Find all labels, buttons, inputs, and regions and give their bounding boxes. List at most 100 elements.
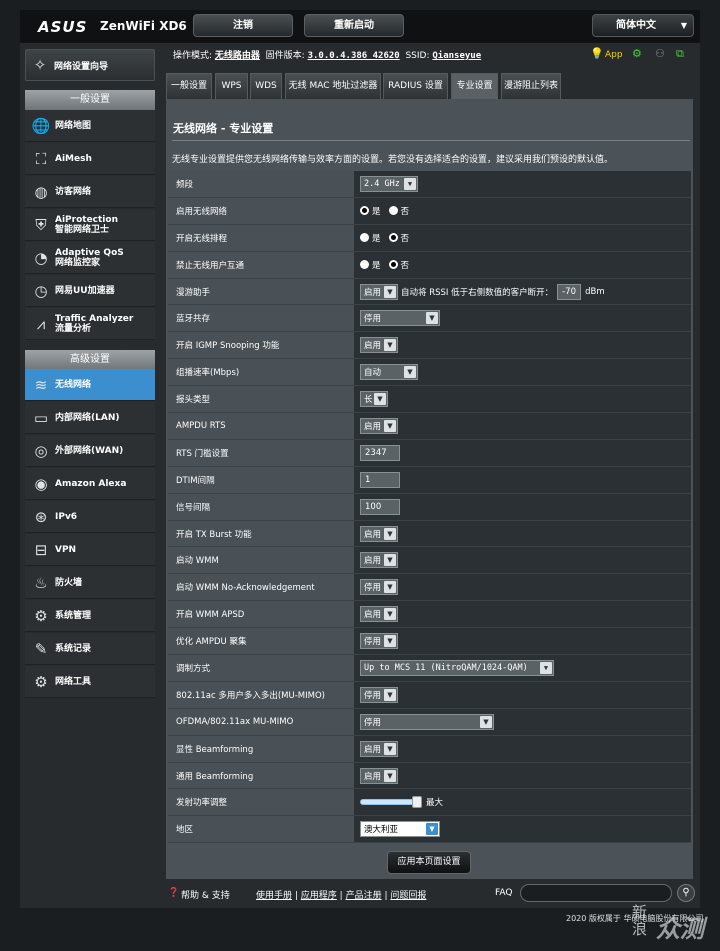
ssid-link[interactable]: Qianseyue bbox=[432, 51, 481, 61]
radio-no[interactable]: 否 bbox=[388, 205, 409, 217]
sidebar-item[interactable]: ◉ Amazon Alexa bbox=[25, 468, 155, 500]
setting-select[interactable]: 长 ▼ bbox=[360, 391, 388, 408]
feedback-link[interactable]: 问题回报 bbox=[390, 891, 426, 901]
radio-yes[interactable]: 是 bbox=[360, 232, 381, 244]
usb-icon[interactable]: ⧉ bbox=[676, 47, 684, 61]
setting-control: 停用 ▼ bbox=[354, 708, 691, 735]
gear-status-icon[interactable]: ⚙ bbox=[632, 47, 642, 60]
sidebar-item[interactable]: ♨ 防火墙 bbox=[25, 567, 155, 599]
setting-select[interactable]: 自动 ▼ bbox=[360, 364, 418, 381]
sidebar-item[interactable]: ◎ 外部网络(WAN) bbox=[25, 435, 155, 467]
setting-select[interactable]: 启用 ▼ bbox=[360, 337, 398, 354]
setting-select[interactable]: 澳大利亚 ▼ bbox=[360, 821, 440, 838]
setting-select[interactable]: Up to MCS 11 (NitroQAM/1024-QAM) ▼ bbox=[360, 659, 554, 676]
logout-button[interactable]: 注销 bbox=[193, 14, 293, 37]
manual-link[interactable]: 使用手册 bbox=[256, 891, 292, 901]
sidebar-item[interactable]: ✎ 系统记录 bbox=[25, 633, 155, 665]
tab-0[interactable]: 一般设置 bbox=[166, 73, 212, 99]
sidebar-item[interactable]: 🌐 网络地图 bbox=[25, 110, 155, 142]
setting-label: 漫游助手 bbox=[168, 278, 354, 305]
shield-icon: ⛨ bbox=[35, 215, 47, 234]
firmware-link[interactable]: 3.0.0.4.386_42620 bbox=[308, 51, 400, 61]
setting-label: 显性 Beamforming bbox=[168, 735, 354, 762]
log-icon: ✎ bbox=[34, 639, 48, 658]
language-select[interactable]: 简体中文 ▼ bbox=[592, 14, 694, 37]
power-slider[interactable] bbox=[360, 796, 422, 809]
setting-input[interactable]: 1 bbox=[360, 471, 400, 488]
radio-label: 是 bbox=[372, 206, 381, 217]
sidebar-item[interactable]: ⚙ 系统管理 bbox=[25, 600, 155, 632]
register-link[interactable]: 产品注册 bbox=[346, 891, 382, 901]
setting-row: 启动 WMM 启用 ▼ bbox=[168, 547, 691, 575]
help-link[interactable]: 帮助 & 支持 bbox=[181, 888, 230, 901]
setting-select[interactable]: 停用 ▼ bbox=[360, 686, 398, 703]
sidebar-item[interactable]: ⊛ IPv6 bbox=[25, 501, 155, 533]
sidebar-item-label: AiProtection 智能网络卫士 bbox=[55, 215, 118, 235]
tab-6[interactable]: 漫游阻止列表 bbox=[501, 73, 561, 99]
tab-5[interactable]: 专业设置 bbox=[451, 73, 498, 99]
setting-select[interactable]: 启用 ▼ bbox=[360, 525, 398, 542]
setting-select[interactable]: 停用 ▼ bbox=[360, 310, 440, 327]
tab-3[interactable]: 无线 MAC 地址过滤器 bbox=[285, 73, 381, 99]
setting-select[interactable]: 停用 ▼ bbox=[360, 579, 398, 596]
sidebar-item-label: Traffic Analyzer 流量分析 bbox=[55, 314, 133, 334]
sidebar-item[interactable]: ◷ 网易UU加速器 bbox=[25, 275, 155, 307]
sidebar-item[interactable]: ⩘ Traffic Analyzer 流量分析 bbox=[25, 308, 155, 340]
setting-select[interactable]: 停用 ▼ bbox=[360, 713, 494, 730]
setting-select[interactable]: 启用 ▼ bbox=[360, 552, 398, 569]
setting-select[interactable]: 启用 ▼ bbox=[360, 767, 398, 784]
rssi-input[interactable]: -70 bbox=[557, 283, 582, 300]
sidebar-item[interactable]: ⛨ AiProtection 智能网络卫士 bbox=[25, 209, 155, 241]
select-value: 启用 bbox=[364, 421, 382, 432]
gauge-icon: ◔ bbox=[34, 248, 48, 267]
sidebar-item[interactable]: ⛶ AiMesh bbox=[25, 143, 155, 175]
tab-1[interactable]: WPS bbox=[215, 73, 248, 99]
radio-yes[interactable]: 是 bbox=[360, 259, 381, 271]
wizard-button[interactable]: ✧ 网络设置向导 bbox=[25, 49, 155, 81]
reboot-button[interactable]: 重新启动 bbox=[304, 14, 404, 37]
wan-globe-icon: ◎ bbox=[34, 441, 48, 460]
select-value: Up to MCS 11 (NitroQAM/1024-QAM) bbox=[364, 662, 528, 673]
radio-button[interactable] bbox=[388, 260, 398, 270]
radio-no[interactable]: 否 bbox=[388, 232, 409, 244]
slider-handle[interactable] bbox=[412, 796, 422, 809]
select-value: 启用 bbox=[364, 556, 382, 567]
sidebar-item[interactable]: ⚙ 网络工具 bbox=[25, 666, 155, 698]
setting-input[interactable]: 2347 bbox=[360, 444, 400, 461]
users-icon[interactable]: ⚇ bbox=[655, 47, 665, 60]
faq-search-input[interactable] bbox=[520, 884, 672, 902]
radio-button[interactable] bbox=[388, 233, 398, 243]
advanced-section-title: 高级设置 bbox=[25, 350, 155, 370]
search-icon[interactable]: ⚲ bbox=[677, 884, 695, 902]
setting-select[interactable]: 停用 ▼ bbox=[360, 633, 398, 650]
radio-yes[interactable]: 是 bbox=[360, 205, 381, 217]
setting-row: 开启 WMM APSD 启用 ▼ bbox=[168, 601, 691, 629]
ssid-label: SSID: bbox=[405, 51, 430, 61]
lightbulb-icon[interactable]: 💡 bbox=[590, 47, 604, 60]
apps-link[interactable]: 应用程序 bbox=[301, 891, 337, 901]
sidebar-item[interactable]: ▭ 内部网络(LAN) bbox=[25, 402, 155, 434]
setting-select[interactable]: 启用 ▼ bbox=[360, 740, 398, 757]
sidebar-item[interactable]: ≋ 无线网络 bbox=[25, 369, 155, 401]
radio-button[interactable] bbox=[388, 206, 398, 216]
sidebar-item[interactable]: ◔ Adaptive QoS 网络监控家 bbox=[25, 242, 155, 274]
radio-button[interactable] bbox=[360, 233, 369, 243]
setting-select[interactable]: 2.4 GHz ▼ bbox=[360, 175, 418, 192]
radio-no[interactable]: 否 bbox=[388, 259, 409, 271]
setting-select[interactable]: 启用 ▼ bbox=[360, 606, 398, 623]
footer-links: 使用手册 | 应用程序 | 产品注册 | 问题回报 bbox=[256, 891, 427, 901]
vpn-icon: ⊟ bbox=[34, 540, 48, 559]
select-value: 启用 bbox=[364, 610, 382, 621]
sidebar-item[interactable]: ⊟ VPN bbox=[25, 534, 155, 566]
radio-button[interactable] bbox=[360, 206, 369, 216]
tab-4[interactable]: RADIUS 设置 bbox=[383, 73, 448, 99]
setting-select[interactable]: 启用 ▼ bbox=[360, 417, 398, 434]
setting-input[interactable]: 100 bbox=[360, 498, 400, 515]
setting-select[interactable]: 启用 ▼ bbox=[360, 283, 398, 300]
sidebar-item[interactable]: ◍ 访客网络 bbox=[25, 176, 155, 208]
apply-button[interactable]: 应用本页面设置 bbox=[387, 851, 471, 874]
app-link[interactable]: App bbox=[605, 50, 623, 60]
mode-link[interactable]: 无线路由器 bbox=[215, 51, 260, 61]
radio-button[interactable] bbox=[360, 260, 369, 270]
tab-2[interactable]: WDS bbox=[250, 73, 282, 99]
